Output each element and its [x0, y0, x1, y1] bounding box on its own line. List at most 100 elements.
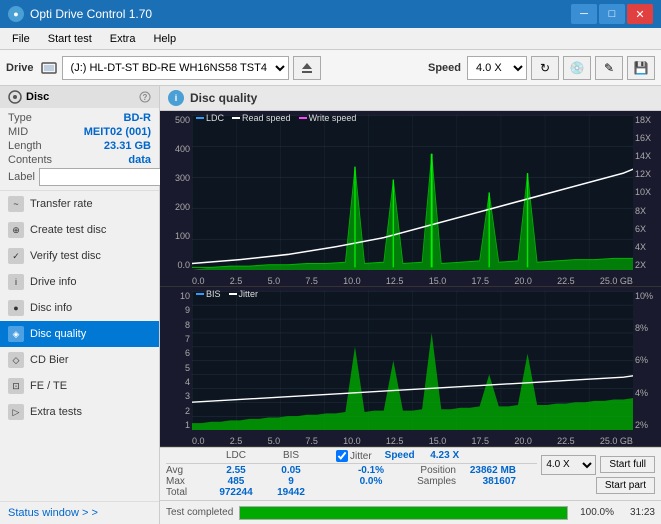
- sidebar: Disc ? Type BD-R MID MEIT02 (001) Length…: [0, 86, 160, 524]
- sidebar-item-transfer-rate[interactable]: ~ Transfer rate: [0, 191, 159, 217]
- minimize-button[interactable]: ─: [571, 4, 597, 24]
- status-window-button[interactable]: Status window > >: [0, 501, 159, 524]
- write-button[interactable]: ✎: [595, 56, 623, 80]
- eject-button[interactable]: [293, 56, 321, 80]
- position-label: Position: [406, 465, 456, 476]
- main-layout: Disc ? Type BD-R MID MEIT02 (001) Length…: [0, 86, 661, 524]
- ldc-legend-label: LDC: [206, 113, 224, 123]
- sidebar-item-label: Disc quality: [30, 328, 86, 340]
- sidebar-item-fe-te[interactable]: ⊡ FE / TE: [0, 373, 159, 399]
- disc-info-icon: ●: [8, 300, 24, 316]
- menu-extra[interactable]: Extra: [102, 31, 144, 47]
- spacer1: [316, 465, 336, 476]
- disc-contents-row: Contents data: [8, 154, 151, 166]
- stats-speed-dropdown[interactable]: 4.0 X: [541, 455, 596, 475]
- speed-dropdown[interactable]: 4.0 X: [467, 56, 527, 80]
- avg-label: Avg: [166, 465, 206, 476]
- menu-bar: File Start test Extra Help: [0, 28, 661, 50]
- stats-max-row: Max 485 9 0.0% Samples 381607: [166, 476, 537, 487]
- bis-chart-container: BIS Jitter 10 9 8 7 6 5 4 3: [160, 287, 661, 447]
- max-label: Max: [166, 476, 206, 487]
- progress-time: 31:23: [620, 507, 655, 518]
- content-area: i Disc quality LDC Read speed: [160, 86, 661, 524]
- sidebar-item-label: Disc info: [30, 302, 72, 314]
- ldc-y-labels-right: 18X 16X 14X 12X 10X 8X 6X 4X 2X: [633, 115, 661, 270]
- stats-bar: LDC BIS Jitter Speed 4.23 X Avg 2.55 0.0…: [160, 447, 661, 500]
- bis-header: BIS: [266, 450, 316, 462]
- sidebar-item-verify-test-disc[interactable]: ✓ Verify test disc: [0, 243, 159, 269]
- mid-value: MEIT02 (001): [84, 126, 151, 138]
- max-jitter: 0.0%: [336, 476, 406, 487]
- contents-label: Contents: [8, 154, 52, 166]
- progress-bar-container: [239, 506, 568, 520]
- progress-bar-fill: [240, 507, 567, 519]
- refresh-button[interactable]: ↻: [531, 56, 559, 80]
- drive-select-group: (J:) HL-DT-ST BD-RE WH16NS58 TST4: [40, 56, 422, 80]
- drive-icon: [40, 59, 58, 77]
- sidebar-item-cd-bier[interactable]: ◇ CD Bier: [0, 347, 159, 373]
- speed-label: Speed: [428, 62, 461, 74]
- speed-dropdown-row: 4.0 X Start full: [541, 455, 655, 475]
- jitter-checkbox[interactable]: [336, 450, 348, 462]
- bis-legend-label: BIS: [206, 289, 221, 299]
- disc-button[interactable]: 💿: [563, 56, 591, 80]
- disc-type-row: Type BD-R: [8, 112, 151, 124]
- menu-start-test[interactable]: Start test: [40, 31, 100, 47]
- menu-help[interactable]: Help: [145, 31, 184, 47]
- sidebar-item-label: CD Bier: [30, 354, 69, 366]
- ldc-y-labels-left: 500 400 300 200 100 0.0: [160, 115, 192, 270]
- save-button[interactable]: 💾: [627, 56, 655, 80]
- max-bis: 9: [266, 476, 316, 487]
- contents-value: data: [128, 154, 151, 166]
- sidebar-item-disc-info[interactable]: ● Disc info: [0, 295, 159, 321]
- jitter-legend-item: Jitter: [229, 289, 259, 299]
- length-value: 23.31 GB: [104, 140, 151, 152]
- extra-tests-icon: ▷: [8, 404, 24, 420]
- sidebar-item-create-test-disc[interactable]: ⊕ Create test disc: [0, 217, 159, 243]
- total-ldc: 972244: [206, 487, 266, 498]
- ldc-header: LDC: [206, 450, 266, 462]
- bis-chart-legend: BIS Jitter: [196, 289, 258, 299]
- avg-ldc: 2.55: [206, 465, 266, 476]
- disc-quality-icon: ◈: [8, 326, 24, 342]
- drive-info-icon: i: [8, 274, 24, 290]
- start-part-button[interactable]: Start part: [596, 477, 655, 494]
- maximize-button[interactable]: □: [599, 4, 625, 24]
- stats-table: LDC BIS Jitter Speed 4.23 X Avg 2.55 0.0…: [166, 450, 537, 498]
- charts-area: LDC Read speed Write speed 500 400 300: [160, 111, 661, 447]
- close-button[interactable]: ✕: [627, 4, 653, 24]
- jitter-checkbox-group: Jitter: [336, 450, 372, 462]
- label-input[interactable]: [39, 168, 177, 186]
- status-text: Test completed: [166, 507, 233, 518]
- length-label: Length: [8, 140, 42, 152]
- disc-section-header: Disc ?: [0, 86, 159, 108]
- disc-info-grid: Type BD-R MID MEIT02 (001) Length 23.31 …: [0, 108, 159, 190]
- create-test-icon: ⊕: [8, 222, 24, 238]
- read-speed-legend-item: Read speed: [232, 113, 291, 123]
- jitter-header: Jitter: [350, 451, 372, 462]
- jitter-legend-label: Jitter: [239, 289, 259, 299]
- disc-section-label: Disc: [26, 91, 49, 103]
- type-label: Type: [8, 112, 32, 124]
- avg-jitter: -0.1%: [336, 465, 406, 476]
- status-window-label: Status window > >: [8, 507, 98, 519]
- menu-file[interactable]: File: [4, 31, 38, 47]
- toolbar: Drive (J:) HL-DT-ST BD-RE WH16NS58 TST4 …: [0, 50, 661, 86]
- ldc-chart-inner: [192, 115, 633, 270]
- drive-dropdown[interactable]: (J:) HL-DT-ST BD-RE WH16NS58 TST4: [62, 56, 289, 80]
- sidebar-item-extra-tests[interactable]: ▷ Extra tests: [0, 399, 159, 425]
- mid-label: MID: [8, 126, 28, 138]
- stats-headers: LDC BIS Jitter Speed 4.23 X: [166, 450, 537, 464]
- start-full-button[interactable]: Start full: [600, 456, 655, 473]
- title-bar-buttons: ─ □ ✕: [571, 4, 653, 24]
- sidebar-item-disc-quality[interactable]: ◈ Disc quality: [0, 321, 159, 347]
- stats-total-row: Total 972244 19442: [166, 487, 537, 498]
- speed-display: Speed: [380, 450, 420, 462]
- sidebar-item-drive-info[interactable]: i Drive info: [0, 269, 159, 295]
- read-speed-legend-label: Read speed: [242, 113, 291, 123]
- sidebar-item-label: Verify test disc: [30, 250, 101, 262]
- total-label: Total: [166, 487, 206, 498]
- verify-test-icon: ✓: [8, 248, 24, 264]
- stats-empty: [166, 450, 206, 462]
- stats-spacer: [316, 450, 336, 462]
